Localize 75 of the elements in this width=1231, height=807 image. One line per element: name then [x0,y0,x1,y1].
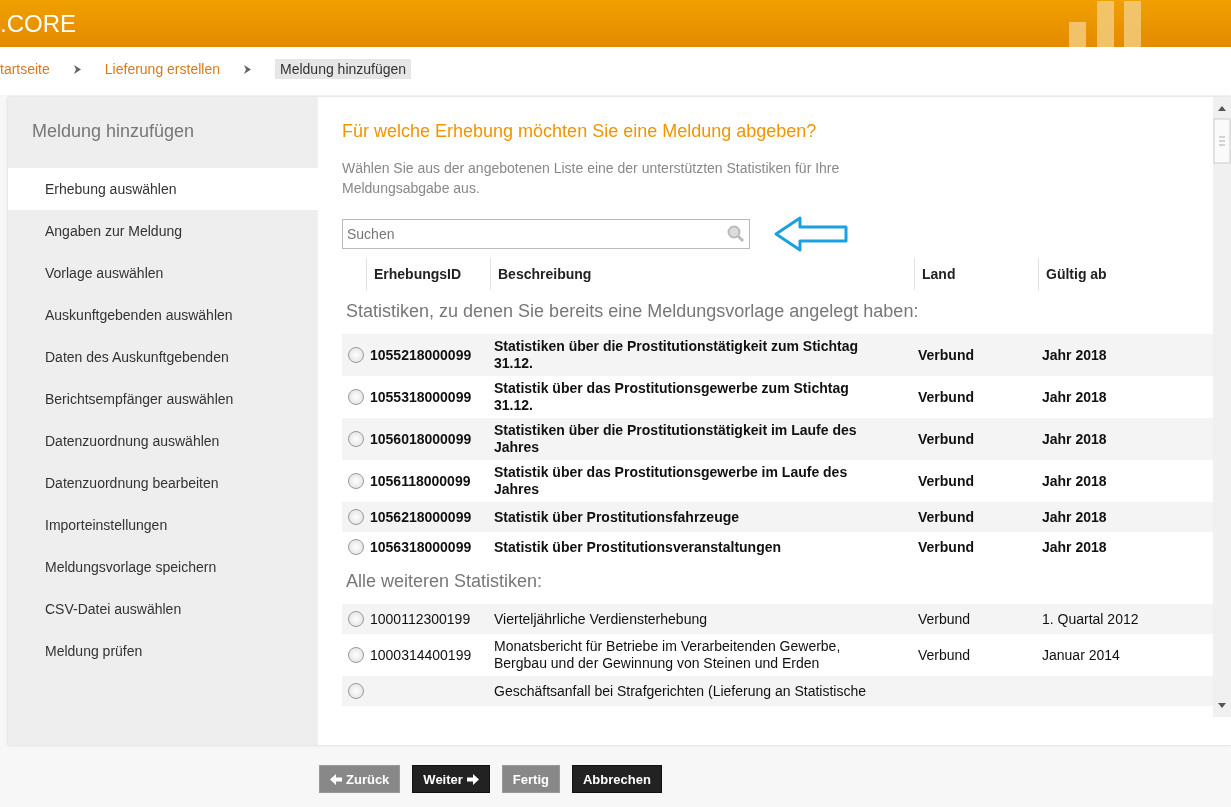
radio-button[interactable] [348,389,364,405]
chevron-icon [244,64,251,74]
sidebar-item[interactable]: Meldungsvorlage speichern [8,546,318,588]
table-cell-text: 1056118000099 [370,472,472,490]
table-cell-text: Jahr 2018 [1042,472,1108,490]
bars-icon [1069,0,1141,47]
radio-button[interactable] [348,431,364,447]
table-cell-text: Statistik über das Prostitutionsgewerbe zum Stichtag 31.12. [494,380,850,414]
table-cell-text: Verbund [918,430,975,448]
table-cell-text: Statistik über Prostitutionsfahrzeuge [494,508,741,526]
sidebar-item[interactable]: Daten des Auskunftgebenden [8,336,318,378]
radio-button[interactable] [348,509,364,525]
radio-button[interactable] [348,473,364,489]
table-cell-text: 1056218000099 [370,508,473,526]
sidebar-item[interactable]: Angaben zur Meldung [8,210,318,252]
arrow-right-icon [466,773,479,785]
table-cell-text: Verbund [918,508,975,526]
column-header: ErhebungsID [366,258,490,290]
table-cell-text: Jahr 2018 [1042,508,1108,526]
sidebar-title: Meldung hinzufügen [31,121,196,143]
action-button[interactable]: Abbrechen [571,765,662,793]
logo: .CORE [0,9,76,38]
arrow-left-icon [330,773,342,785]
group-title: Alle weiteren Statistiken: [345,570,544,593]
table-cell-text: Jahr 2018 [1042,430,1108,448]
table-cell-text: Jahr 2018 [1042,538,1108,556]
arrow-left-icon [774,216,848,252]
column-header: Land [914,258,1038,290]
sidebar-item[interactable]: Datenzuordnung auswählen [8,420,318,462]
scrollbar[interactable] [1213,97,1231,717]
table-cell-text: 1000314400199 [370,646,473,664]
table-cell-text: Jahr 2018 [1042,346,1108,364]
sidebar-item[interactable]: Berichtsempfänger auswählen [8,378,318,420]
group-title: Statistiken, zu denen Sie bereits eine Meldungsvorlage angelegt haben: [345,300,920,323]
table-cell-text: 1000112300199 [370,610,472,628]
table-cell-text: Januar 2014 [1042,646,1121,664]
radio-button[interactable] [348,683,364,699]
sidebar-item[interactable]: Meldung prüfen [8,630,318,672]
radio-button[interactable] [348,647,364,663]
table-cell-text: Verbund [918,538,975,556]
table-cell-text: Verbund [918,346,975,364]
breadcrumb-item: Meldung hinzufügen [275,59,412,79]
sidebar-item[interactable]: CSV-Datei auswählen [8,588,318,630]
radio-button[interactable] [348,611,364,627]
table-cell-text: Verbund [918,646,972,664]
table-cell-text: Verbund [918,388,975,406]
table-cell-text: Statistiken über die Prostitutionstätigkeit im Laufe des Jahres [494,422,858,456]
table-cell-text: 1. Quartal 2012 [1042,610,1140,628]
radio-button[interactable] [348,539,364,555]
page-heading: Für welche Erhebung möchten Sie eine Meldung abgeben? [342,121,818,142]
table-cell-text: 1055318000099 [370,388,473,406]
table-cell-text: Verbund [918,610,972,628]
table-cell-text: Monatsbericht für Betriebe im Verarbeitenden Gewerbe, Bergbau und der Gewinnung von Steinen und Erden [494,638,842,672]
chevron-icon [73,64,81,74]
table-cell-text: Geschäftsanfall bei Strafgerichten (Lieferung an Statistische [494,682,867,700]
table-cell-text: Verbund [918,472,975,490]
sidebar-item[interactable]: Erhebung auswählen [8,168,318,210]
table-cell-text: Jahr 2018 [1042,388,1108,406]
table-cell-text: Vierteljährliche Verdiensterhebung [494,610,708,628]
sidebar-item[interactable]: Importeinstellungen [8,504,318,546]
table-cell-text: 1056318000099 [370,538,473,556]
table-cell-text: Statistiken über die Prostitutionstätigkeit zum Stichtag 31.12. [494,338,860,372]
sidebar-item[interactable]: Datenzuordnung bearbeiten [8,462,318,504]
intro-text: Wählen Sie aus der angebotenen Liste eine der unterstützten Statistiken für Ihre Meldungsabgabe aus. [342,159,841,198]
search-field[interactable]: Suchen [342,219,750,249]
table-cell-text: 1056018000099 [370,430,473,448]
sidebar-item[interactable]: Auskunftgebenden auswählen [8,294,318,336]
search-icon [727,225,745,243]
table-cell-text: 1055218000099 [370,346,473,364]
radio-button[interactable] [348,347,364,363]
column-header: Beschreibung [490,258,914,290]
table-cell-text: Statistik über das Prostitutionsgewerbe im Laufe des Jahres [494,464,849,498]
next-button[interactable]: Weiter [412,765,490,793]
table-cell-text: Statistik über Prostitutionsveranstaltungen [494,538,783,556]
sidebar-item[interactable]: Vorlage auswählen [8,252,318,294]
